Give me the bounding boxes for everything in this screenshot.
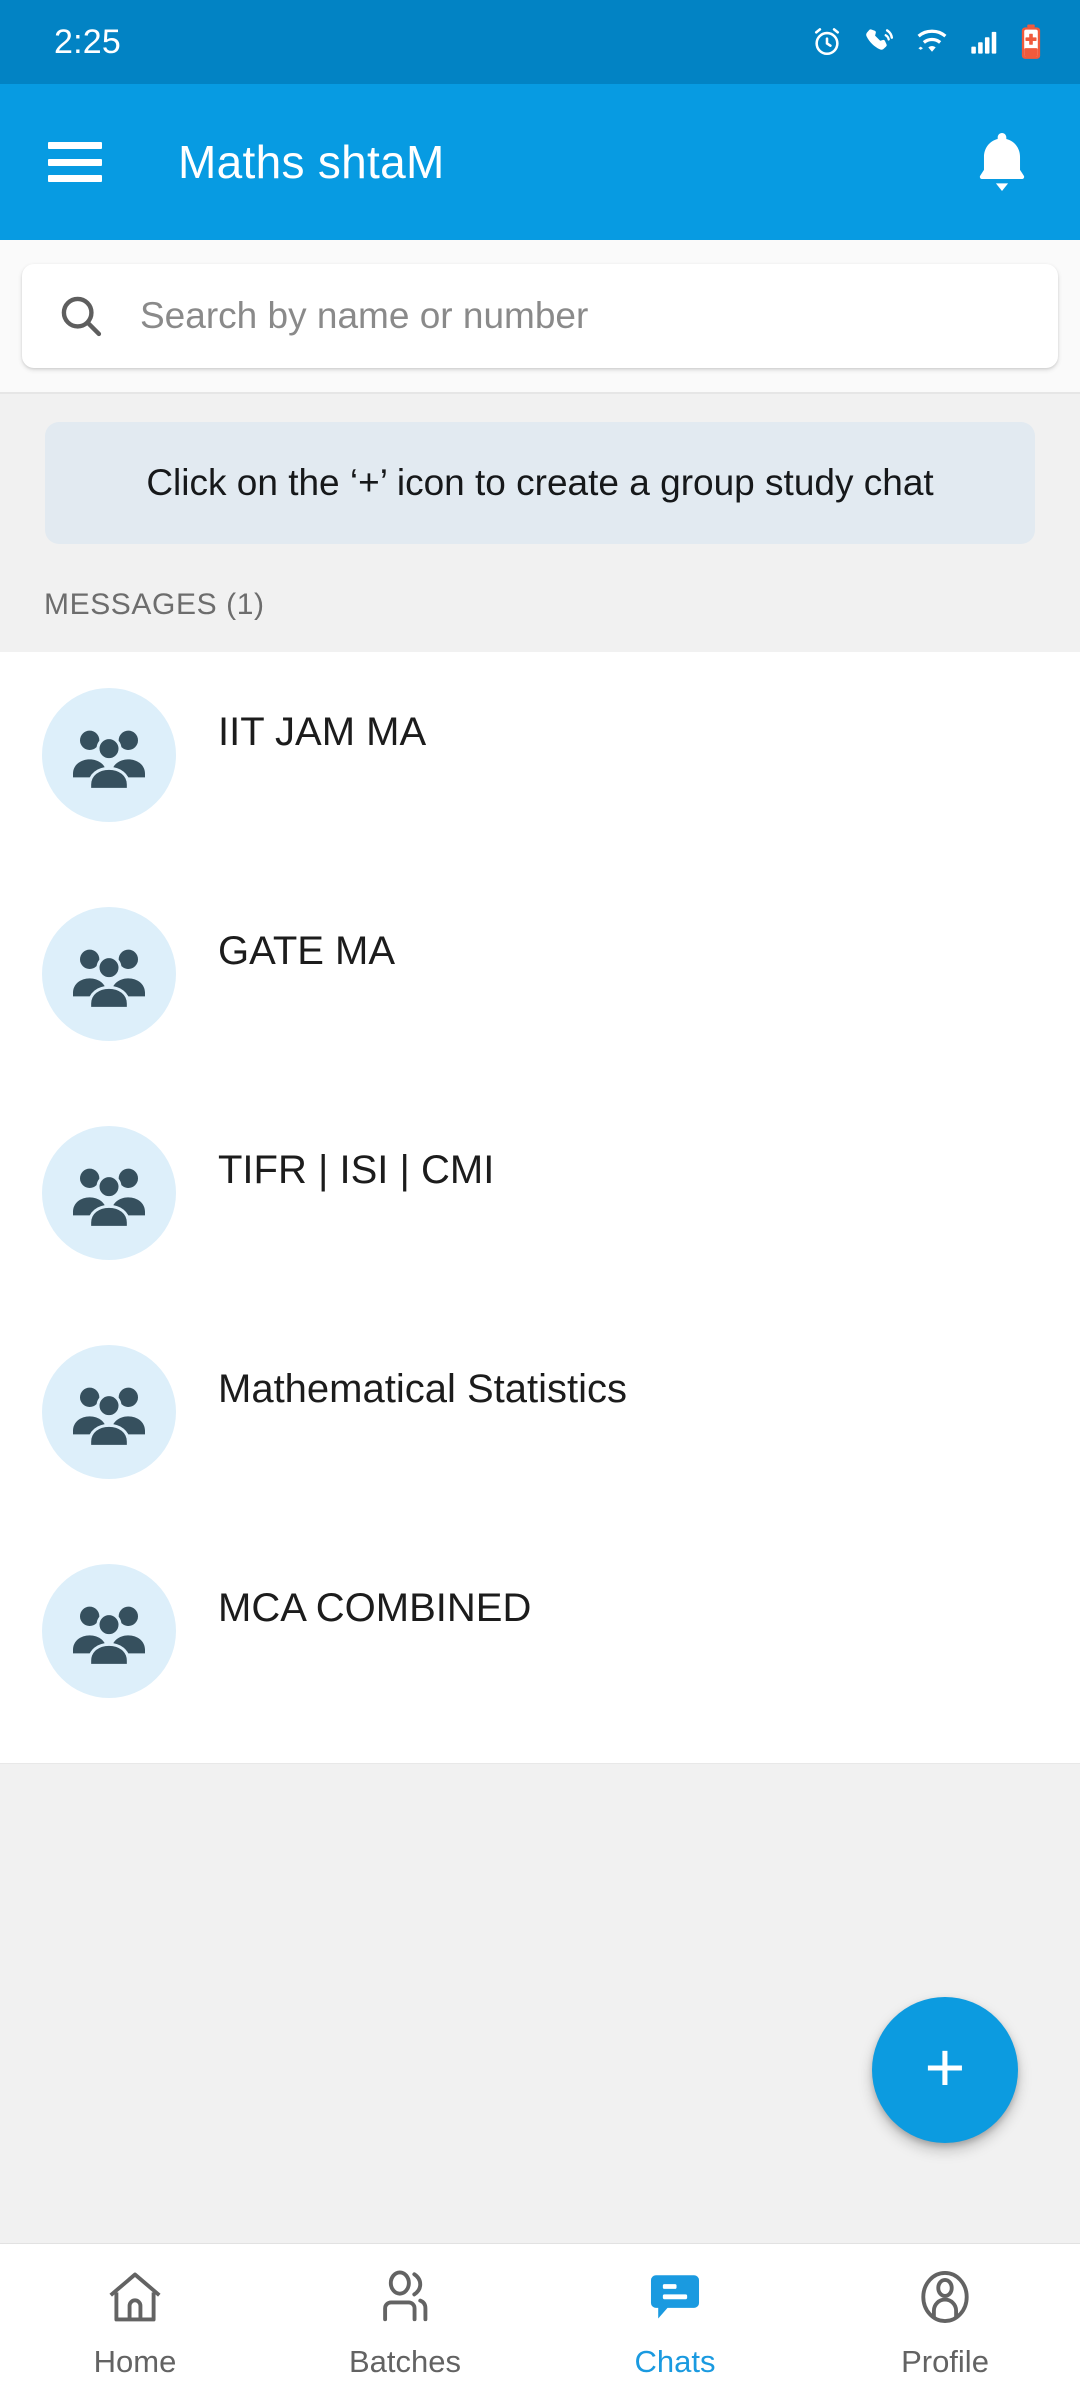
battery-charging-icon	[1018, 24, 1044, 60]
nav-item-profile[interactable]: Profile	[810, 2244, 1080, 2400]
status-bar-time: 2:25	[54, 22, 121, 61]
chat-item-title: MCA COMBINED	[218, 1586, 532, 1630]
chat-item-title: TIFR | ISI | CMI	[218, 1148, 495, 1192]
chat-item-title: IIT JAM MA	[218, 710, 427, 754]
status-bar-icons	[810, 24, 1044, 60]
missed-call-icon	[862, 25, 896, 59]
hamburger-menu-icon[interactable]	[48, 142, 102, 182]
search-placeholder: Search by name or number	[140, 295, 589, 336]
group-people-icon	[73, 1168, 145, 1229]
chat-item-meta: TIFR | ISI | CMI	[218, 1126, 1040, 1193]
wifi-icon	[914, 25, 950, 59]
search-input[interactable]: Search by name or number	[22, 264, 1058, 368]
chat-bubble-icon	[644, 2264, 706, 2330]
avatar	[42, 688, 176, 822]
plus-icon: +	[924, 2028, 966, 2106]
nav-label-home: Home	[93, 2344, 177, 2379]
nav-item-home[interactable]: Home	[0, 2244, 270, 2400]
chat-item-title: Mathematical Statistics	[218, 1367, 628, 1411]
app-bar: Maths shtaM	[0, 84, 1080, 240]
app-screen: 2:25 Maths shtaM Search by name or numbe…	[0, 0, 1080, 2400]
page-title: Maths shtaM	[178, 136, 445, 188]
cellular-signal-icon	[968, 26, 1000, 58]
status-bar: 2:25	[0, 0, 1080, 84]
nav-label-batches: Batches	[348, 2344, 461, 2379]
search-icon	[56, 291, 106, 341]
chat-item-meta: MCA COMBINED	[218, 1564, 1040, 1631]
chat-list-item[interactable]: GATE MA	[0, 871, 1080, 1090]
group-people-icon	[73, 1606, 145, 1667]
bell-icon[interactable]	[964, 124, 1040, 200]
person-icon	[914, 2264, 976, 2330]
chat-list-item[interactable]: Mathematical Statistics	[0, 1309, 1080, 1528]
chat-list-item[interactable]: MCA COMBINED	[0, 1528, 1080, 1747]
nav-label-profile: Profile	[901, 2344, 989, 2379]
chat-list-item[interactable]: IIT JAM MA	[0, 652, 1080, 871]
avatar	[42, 907, 176, 1041]
avatar	[42, 1564, 176, 1698]
nav-item-batches[interactable]: Batches	[270, 2244, 540, 2400]
chat-item-meta: GATE MA	[218, 907, 1040, 974]
group-people-icon	[73, 1387, 145, 1448]
nav-label-chats: Chats	[634, 2344, 716, 2379]
people-group-icon	[374, 2264, 436, 2330]
nav-item-chats[interactable]: Chats	[540, 2244, 810, 2400]
create-group-chat-fab[interactable]: +	[872, 1997, 1018, 2143]
messages-section-label: MESSAGES (1)	[44, 588, 265, 621]
chat-item-meta: IIT JAM MA	[218, 688, 1040, 755]
search-section: Search by name or number	[0, 240, 1080, 394]
info-section: Click on the ‘+’ icon to create a group …	[0, 394, 1080, 652]
home-icon	[104, 2264, 166, 2330]
avatar	[42, 1345, 176, 1479]
alarm-clock-icon	[810, 25, 844, 59]
group-people-icon	[73, 949, 145, 1010]
bottom-navigation-bar: Home Batches Chats Profile	[0, 2243, 1080, 2400]
avatar	[42, 1126, 176, 1260]
chat-list: IIT JAM MA GATE MA TIFR | ISI | CMI Math…	[0, 652, 1080, 1763]
chat-list-item[interactable]: TIFR | ISI | CMI	[0, 1090, 1080, 1309]
chat-item-meta: Mathematical Statistics	[218, 1345, 1040, 1412]
chat-item-title: GATE MA	[218, 929, 396, 973]
empty-area: +	[0, 1763, 1080, 2243]
banner-text: Click on the ‘+’ icon to create a group …	[146, 461, 934, 503]
create-group-hint-banner[interactable]: Click on the ‘+’ icon to create a group …	[45, 422, 1035, 544]
group-people-icon	[73, 730, 145, 791]
